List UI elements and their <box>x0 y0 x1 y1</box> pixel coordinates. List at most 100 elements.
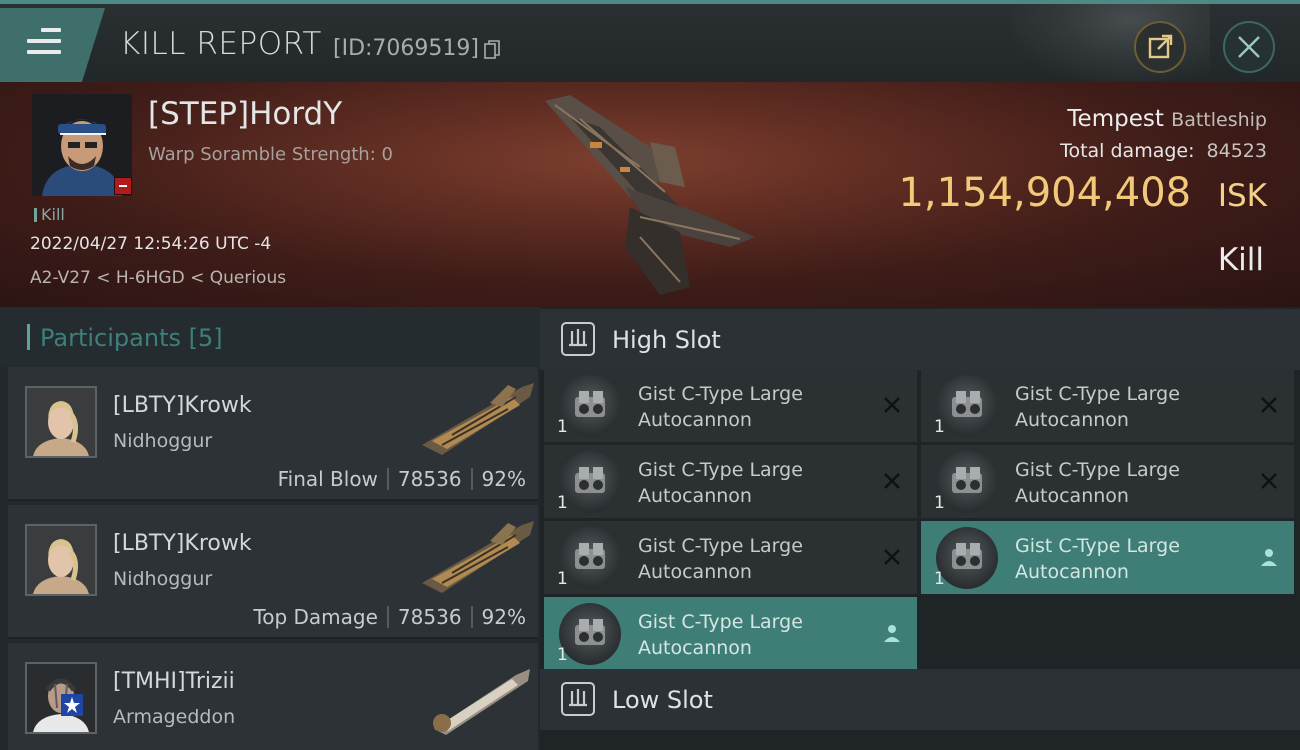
participant-name[interactable]: [LBTY]Krowk <box>113 531 252 556</box>
close-icon <box>1238 36 1260 58</box>
close-button[interactable] <box>1223 21 1275 73</box>
isk-value: 1,154,904,408 ISK <box>898 170 1267 216</box>
destroyed-x-icon <box>1261 473 1277 489</box>
participant-ship: Nidhoggur <box>113 430 213 452</box>
participant-name[interactable]: [TMHI]Trizii <box>113 669 235 694</box>
low-slot-header: Low Slot <box>540 669 1300 730</box>
participant-ship-image[interactable] <box>412 375 538 459</box>
victim-banner: [STEP]HordY Warp Soramble Strength: 0 Ki… <box>0 82 1300 307</box>
autocannon-icon <box>559 603 621 665</box>
dropped-person-icon <box>1261 549 1277 566</box>
module-name: Gist C-Type Large Autocannon <box>1015 459 1180 507</box>
top-bar: KILL REPORT [ID:7069519] <box>0 0 1300 84</box>
autocannon-icon <box>936 527 998 589</box>
kill-datetime: 2022/04/27 12:54:26 UTC -4 <box>30 234 272 254</box>
module-name: Gist C-Type Large Autocannon <box>638 535 803 583</box>
module-quantity: 1 <box>934 417 945 437</box>
isk-unit: ISK <box>1217 178 1267 214</box>
corp-star-badge-icon <box>61 694 83 716</box>
participant-stats: Top Damage 78536 92% <box>253 605 526 629</box>
autocannon-icon <box>559 527 621 589</box>
participant-avatar[interactable] <box>25 386 97 458</box>
participant-percent: 92% <box>481 605 526 629</box>
destroyed-x-icon <box>1261 397 1277 413</box>
low-slot-label: Low Slot <box>612 686 713 714</box>
module-item[interactable]: 1 Gist C-Type Large Autocannon <box>544 597 917 670</box>
module-quantity: 1 <box>557 645 568 665</box>
victim-ship[interactable]: Tempest Battleship <box>1067 106 1267 132</box>
fitting-panel: High Slot 1 Gist C-Type Large Autocannon 1… <box>540 307 1300 750</box>
participant-role: Top Damage <box>253 605 378 629</box>
participant-row[interactable]: [LBTY]Krowk Nidhoggur Top Damage 78536 92% <box>8 505 538 639</box>
kill-result: Kill <box>1217 242 1264 278</box>
participant-ship-image[interactable] <box>412 651 538 735</box>
participant-ship-image[interactable] <box>412 513 538 597</box>
total-damage-label: Total damage: <box>1060 140 1195 162</box>
module-name: Gist C-Type Large Autocannon <box>1015 383 1180 431</box>
module-quantity: 1 <box>934 569 945 589</box>
kill-tag: Kill <box>34 205 65 224</box>
victim-ship-image[interactable] <box>530 87 770 297</box>
module-name: Gist C-Type Large Autocannon <box>638 383 803 431</box>
high-slot-icon <box>561 322 595 356</box>
report-id: [ID:7069519] <box>333 36 479 61</box>
module-quantity: 1 <box>934 493 945 513</box>
divider <box>470 606 473 628</box>
participant-damage: 78536 <box>397 605 462 629</box>
victim-name[interactable]: [STEP]HordY <box>148 96 342 132</box>
participants-panel: Participants [5] [LBTY]Krowk Nidhoggur F… <box>0 307 540 750</box>
ship-name: Tempest <box>1067 106 1164 132</box>
copy-icon[interactable] <box>484 40 500 60</box>
module-item[interactable]: 1 Gist C-Type Large Autocannon <box>544 369 917 442</box>
module-name: Gist C-Type Large Autocannon <box>638 611 803 659</box>
participant-role: Final Blow <box>277 467 378 491</box>
destroyed-x-icon <box>884 473 900 489</box>
autocannon-icon <box>936 451 998 513</box>
high-slot-header: High Slot <box>540 309 1300 370</box>
module-name: Gist C-Type Large Autocannon <box>638 459 803 507</box>
module-item[interactable]: 1 Gist C-Type Large Autocannon <box>921 521 1294 594</box>
autocannon-icon <box>559 375 621 437</box>
isk-amount: 1,154,904,408 <box>898 170 1192 216</box>
share-external-icon <box>1148 34 1173 59</box>
module-name: Gist C-Type Large Autocannon <box>1015 535 1180 583</box>
autocannon-icon <box>559 451 621 513</box>
pilot-portrait-icon <box>27 388 95 456</box>
module-item[interactable]: 1 Gist C-Type Large Autocannon <box>544 521 917 594</box>
hamburger-menu-icon <box>27 28 61 61</box>
dropped-person-icon <box>884 625 900 642</box>
participant-avatar[interactable] <box>25 524 97 596</box>
participant-row[interactable]: [TMHI]Trizii Armageddon <box>8 643 538 750</box>
ship-class: Battleship <box>1171 109 1267 131</box>
module-quantity: 1 <box>557 569 568 589</box>
share-button[interactable] <box>1134 21 1186 73</box>
corp-badge-icon <box>114 177 132 195</box>
destroyed-x-icon <box>884 397 900 413</box>
high-slot-label: High Slot <box>612 326 721 354</box>
participant-row[interactable]: [LBTY]Krowk Nidhoggur Final Blow 78536 92% <box>8 367 538 501</box>
participant-stats: Final Blow 78536 92% <box>278 467 526 491</box>
participant-percent: 92% <box>481 467 526 491</box>
divider <box>386 606 389 628</box>
kill-location[interactable]: A2-V27 < H-6HGD < Querious <box>30 268 286 288</box>
total-damage: Total damage: 84523 <box>1060 140 1267 162</box>
destroyed-x-icon <box>884 549 900 565</box>
total-damage-value: 84523 <box>1206 140 1267 162</box>
module-item[interactable]: 1 Gist C-Type Large Autocannon <box>921 369 1294 442</box>
module-item[interactable]: 1 Gist C-Type Large Autocannon <box>921 445 1294 518</box>
participants-header: Participants [5] <box>0 307 540 367</box>
module-quantity: 1 <box>557 417 568 437</box>
participant-damage: 78536 <box>397 467 462 491</box>
participant-ship: Nidhoggur <box>113 568 213 590</box>
participant-name[interactable]: [LBTY]Krowk <box>113 393 252 418</box>
participants-title: Participants [5] <box>27 324 223 352</box>
autocannon-icon <box>936 375 998 437</box>
participant-ship: Armageddon <box>113 706 236 728</box>
module-item[interactable]: 1 Gist C-Type Large Autocannon <box>544 445 917 518</box>
menu-button[interactable] <box>0 8 105 82</box>
module-quantity: 1 <box>557 493 568 513</box>
low-slot-icon <box>561 682 595 716</box>
divider <box>386 468 389 490</box>
pilot-portrait-icon <box>27 526 95 594</box>
page-title: KILL REPORT <box>120 26 322 62</box>
